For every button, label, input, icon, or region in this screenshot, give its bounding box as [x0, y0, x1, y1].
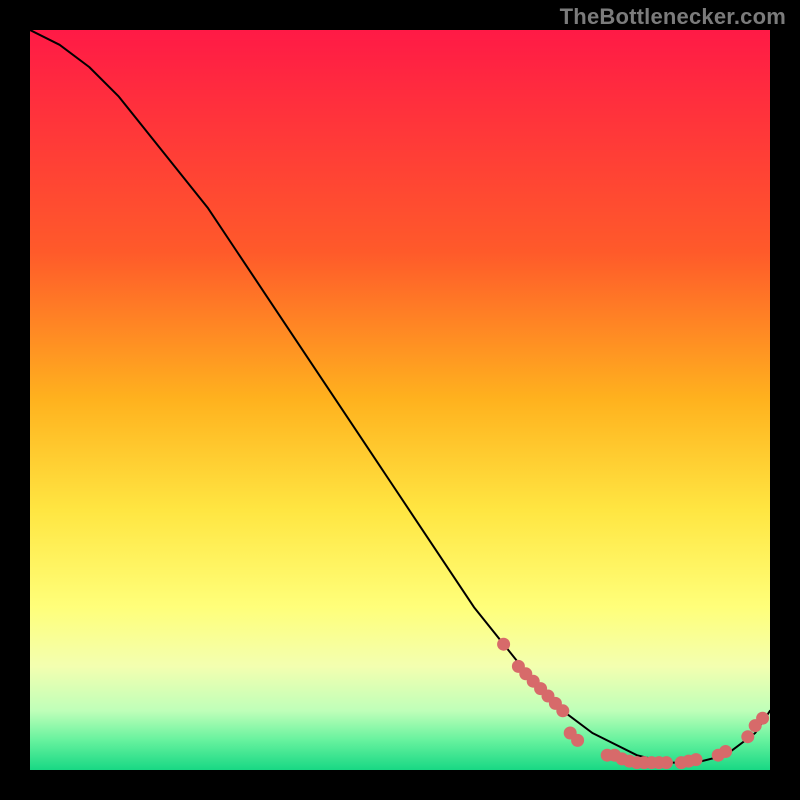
data-point: [556, 704, 569, 717]
data-point: [741, 730, 754, 743]
gradient-bg: [30, 30, 770, 770]
data-point: [571, 734, 584, 747]
data-point: [756, 712, 769, 725]
data-point: [497, 638, 510, 651]
chart-frame: TheBottlenecker.com: [0, 0, 800, 800]
plot-area: [30, 30, 770, 770]
data-point: [660, 756, 673, 769]
watermark-label: TheBottlenecker.com: [560, 4, 786, 30]
chart-svg: [30, 30, 770, 770]
data-point: [719, 745, 732, 758]
data-point: [690, 753, 703, 766]
